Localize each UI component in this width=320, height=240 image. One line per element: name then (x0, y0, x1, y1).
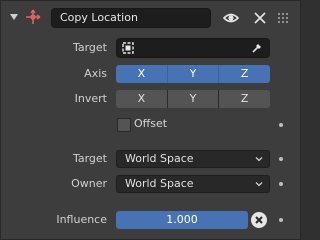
axis-x-toggle[interactable]: X (116, 65, 167, 83)
influence-animate-dot[interactable] (279, 218, 283, 222)
chevron-down-icon (255, 182, 263, 187)
object-icon (122, 42, 134, 54)
target-space-label: Target (72, 152, 107, 165)
axis-z-toggle[interactable]: Z (218, 65, 270, 83)
offset-label[interactable]: Offset (134, 115, 167, 133)
axis-toggle-group: X Y Z (116, 65, 270, 83)
constraint-panel: Copy Location Target Axis X Y Z Invert X… (0, 0, 301, 240)
axis-y-toggle[interactable]: Y (166, 65, 219, 83)
invert-label: Invert (74, 92, 107, 105)
chevron-down-icon[interactable] (9, 12, 19, 22)
target-space-animate-dot[interactable] (279, 157, 283, 161)
owner-space-animate-dot[interactable] (279, 182, 283, 186)
invert-x-toggle[interactable]: X (116, 90, 167, 108)
constraint-header: Copy Location (1, 1, 300, 33)
invert-toggle-group: X Y Z (116, 90, 270, 108)
eyedropper-icon[interactable] (251, 42, 263, 54)
chevron-down-icon (255, 157, 263, 162)
target-space-dropdown[interactable]: World Space (116, 150, 270, 168)
offset-checkbox[interactable] (117, 118, 131, 132)
target-space-value: World Space (125, 152, 194, 165)
owner-space-label: Owner (71, 177, 107, 190)
target-label: Target (72, 41, 107, 54)
axis-label: Axis (84, 67, 107, 80)
owner-space-dropdown[interactable]: World Space (116, 175, 270, 193)
invert-y-toggle[interactable]: Y (166, 90, 219, 108)
offset-animate-dot[interactable] (279, 123, 283, 127)
invert-z-toggle[interactable]: Z (218, 90, 270, 108)
eye-icon[interactable] (222, 9, 240, 27)
close-circle-icon (255, 216, 263, 224)
close-icon[interactable] (251, 9, 269, 27)
drag-handle-icon[interactable] (276, 11, 290, 25)
disable-keep-transform-button[interactable] (251, 212, 267, 228)
influence-slider[interactable]: 1.000 (116, 211, 248, 229)
influence-label: Influence (56, 213, 107, 226)
owner-space-value: World Space (125, 177, 194, 190)
constraint-name-field[interactable]: Copy Location (51, 8, 211, 28)
copy-location-constraint-icon (26, 9, 41, 24)
target-object-field[interactable] (116, 38, 270, 58)
